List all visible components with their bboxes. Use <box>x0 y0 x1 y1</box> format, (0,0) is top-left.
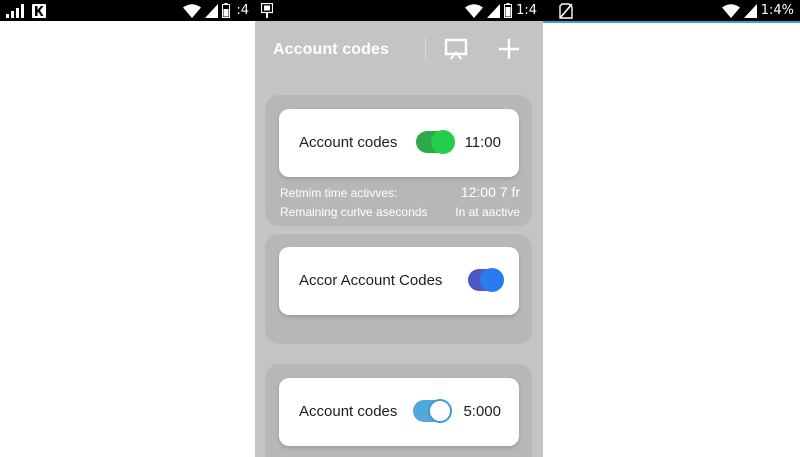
status-clock: 1:4% <box>760 3 794 18</box>
account-code-card[interactable]: Account codes 11:00 <box>279 109 519 177</box>
info-row: Remaining curlve aseconds In at aactive <box>280 205 520 219</box>
cellular-icon <box>743 3 757 18</box>
info-label: Retmim time activves: <box>280 186 398 200</box>
battery-icon <box>504 3 513 18</box>
card-label: Account codes <box>299 403 398 420</box>
account-code-card[interactable]: Accor Account Codes <box>279 247 519 315</box>
toggle-knob <box>428 399 452 423</box>
wifi-icon <box>465 3 484 18</box>
card-time: 11:00 <box>464 134 501 151</box>
screenshot-icon <box>261 3 273 18</box>
toggle-knob <box>431 130 455 154</box>
card-time: 5:000 <box>463 403 501 420</box>
info-value: 12:00 7 fr <box>460 184 520 200</box>
page-title: Account codes <box>273 41 389 58</box>
info-row: Retmim time activves: 12:00 7 fr <box>280 184 520 200</box>
info-label: Remaining curlve aseconds <box>280 205 428 219</box>
wifi-icon <box>183 3 202 18</box>
account-code-toggle[interactable] <box>468 268 504 292</box>
battery-icon <box>222 3 231 18</box>
wifi-icon <box>721 3 740 18</box>
account-code-toggle[interactable] <box>413 399 452 423</box>
card-label: Accor Account Codes <box>299 272 443 289</box>
signal-bars-icon <box>6 3 24 18</box>
app-notification-icon <box>32 3 46 18</box>
toggle-knob <box>480 268 504 292</box>
card-label: Account codes <box>299 134 398 151</box>
right-screen: 1:4% <box>543 0 800 457</box>
account-code-section-2: Accor Account Codes <box>265 234 532 344</box>
left-screen: :4 <box>0 0 255 457</box>
account-code-card[interactable]: Account codes 5:000 <box>279 378 519 446</box>
account-code-toggle[interactable] <box>416 130 455 154</box>
status-clock: :4 <box>236 3 249 18</box>
app-bar: Account codes <box>255 21 543 79</box>
status-clock: 1:4 <box>516 3 537 18</box>
account-code-section-1: Account codes 11:00 Retmim time activves… <box>265 95 532 226</box>
cellular-icon <box>205 3 219 18</box>
cellular-icon <box>487 3 501 18</box>
appbar-divider <box>425 37 426 61</box>
status-bar: 1:4 <box>255 0 543 21</box>
add-icon[interactable] <box>497 37 521 61</box>
status-bar: 1:4% <box>543 0 800 23</box>
cast-icon[interactable] <box>444 37 468 61</box>
status-bar: :4 <box>0 0 255 21</box>
account-code-section-3: Account codes 5:000 <box>265 364 532 457</box>
middle-screen: 1:4 Account codes Account codes 11:00 Re… <box>255 0 543 457</box>
info-value: In at aactive <box>455 205 520 219</box>
no-sim-icon <box>559 2 573 19</box>
